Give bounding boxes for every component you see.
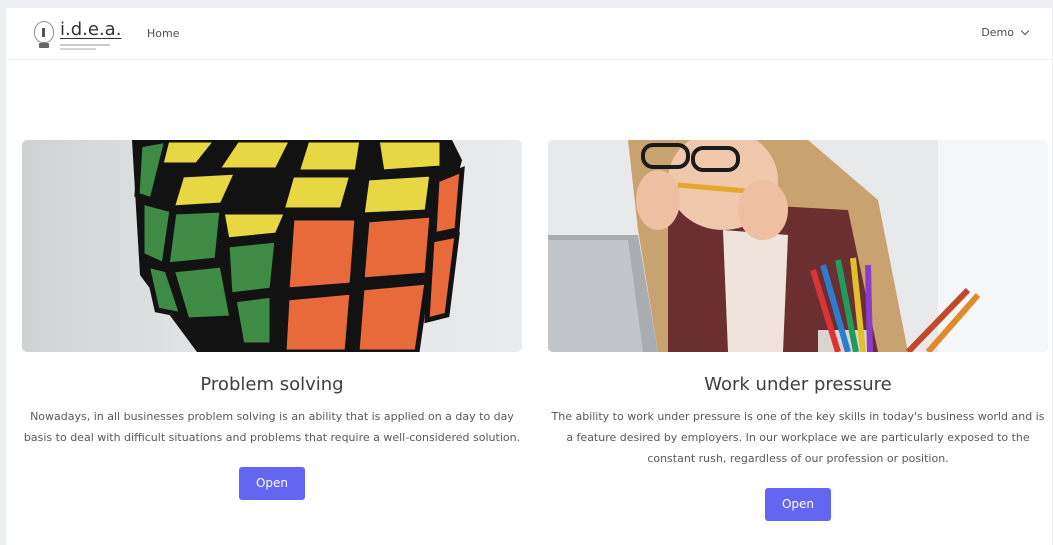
demo-label: Demo [981,26,1014,39]
lightbulb-icon [34,21,54,43]
demo-dropdown[interactable]: Demo [981,26,1030,39]
lightbulb-base [39,43,49,48]
chevron-down-icon [1020,26,1030,35]
card-description: Nowadays, in all businesses problem solv… [23,410,521,444]
card-title: Work under pressure [704,374,892,395]
button-wrapper: Open [548,488,1048,521]
nav-home-link[interactable]: Home [147,27,179,40]
card-problem-solving: Problem solving Nowadays, in all busines… [22,140,522,500]
card-title: Problem solving [200,374,344,395]
open-problem-solving-button[interactable]: Open [239,467,305,500]
card-work-under-pressure: Work under pressure The ability to work … [548,140,1048,521]
rubiks-cube-image [22,140,522,352]
logo-tagline-line [60,44,110,46]
app-frame: i.d.e.a. Home Demo Problem solving Nowad… [6,8,1052,545]
logo-text: i.d.e.a. [60,19,122,40]
button-wrapper: Open [22,467,522,500]
logo[interactable]: i.d.e.a. [32,17,128,51]
open-work-under-pressure-button[interactable]: Open [765,488,831,521]
stressed-woman-illustration [548,140,1048,352]
rubiks-cube-illustration [132,140,465,352]
logo-tagline-line [60,48,96,50]
navbar: i.d.e.a. Home Demo [6,8,1052,60]
card-description: The ability to work under pressure is on… [551,410,1045,465]
stressed-woman-image [548,140,1048,352]
